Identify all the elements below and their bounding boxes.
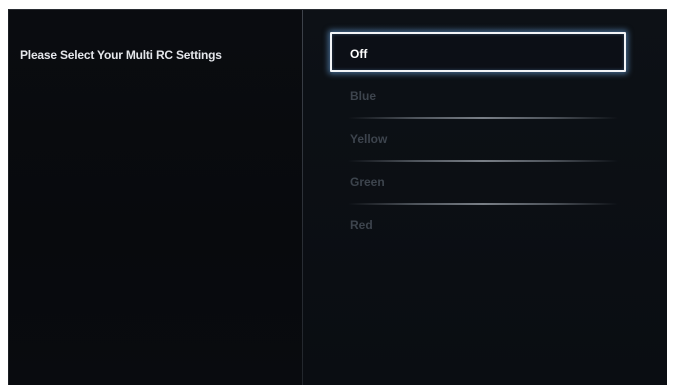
options-panel: Off Blue Yellow Green Red bbox=[303, 10, 667, 385]
option-blue[interactable]: Blue bbox=[332, 76, 622, 116]
option-label: Red bbox=[350, 218, 373, 232]
option-label: Blue bbox=[350, 89, 377, 103]
left-panel: Please Select Your Multi RC Settings bbox=[9, 10, 303, 385]
option-label: Green bbox=[350, 175, 385, 189]
tv-menu-screen: Please Select Your Multi RC Settings Off… bbox=[8, 9, 667, 385]
option-off[interactable]: Off bbox=[330, 32, 626, 72]
settings-prompt: Please Select Your Multi RC Settings bbox=[20, 48, 222, 62]
option-yellow[interactable]: Yellow bbox=[332, 119, 622, 159]
option-green[interactable]: Green bbox=[332, 162, 622, 202]
option-label: Yellow bbox=[350, 132, 388, 146]
option-label: Off bbox=[350, 47, 368, 61]
option-red[interactable]: Red bbox=[332, 205, 622, 245]
